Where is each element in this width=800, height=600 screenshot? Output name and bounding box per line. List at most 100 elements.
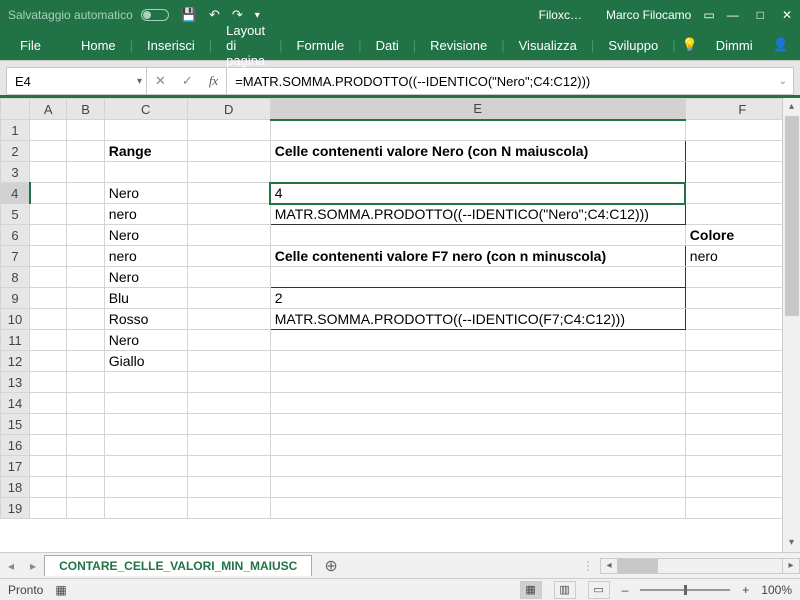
scroll-right-icon[interactable]: ▸ [783,560,799,571]
cell[interactable]: Range [104,141,187,162]
cell[interactable]: 2 [270,288,685,309]
cell[interactable]: Celle contenenti valore Nero (con N maiu… [270,141,685,162]
cell[interactable]: Nero [104,267,187,288]
col-header[interactable]: C [104,99,187,120]
cell[interactable]: MATR.SOMMA.PRODOTTO((--IDENTICO(F7;C4:C1… [270,309,685,330]
scroll-thumb[interactable] [785,116,799,316]
zoom-slider[interactable] [640,589,730,591]
row-header[interactable]: 3 [1,162,30,183]
tellme-input[interactable]: Dimmi [708,38,761,53]
tellme-bulb-icon: 💡 [682,37,698,53]
row-header[interactable]: 15 [1,414,30,435]
view-pagelayout-button[interactable]: ▥ [554,581,576,599]
horizontal-scrollbar[interactable]: ◂ ▸ [600,558,800,574]
tab-formule[interactable]: Formule [289,38,353,53]
view-normal-button[interactable]: ▦ [520,581,542,599]
sheet-tab-strip: ◂ ▸ CONTARE_CELLE_VALORI_MIN_MAIUSC ⊕ ⋮ … [0,552,800,578]
document-name: Filoxc… [539,8,582,22]
view-pagebreak-button[interactable]: ▭ [588,581,610,599]
cell[interactable]: Blu [104,288,187,309]
tab-nav-prev-icon[interactable]: ◂ [0,559,22,573]
zoom-out-button[interactable]: – [622,583,629,597]
row-header[interactable]: 5 [1,204,30,225]
row-header[interactable]: 16 [1,435,30,456]
row-header[interactable]: 2 [1,141,30,162]
tab-inserisci[interactable]: Inserisci [139,38,203,53]
status-ready: Pronto [8,583,43,597]
maximize-button[interactable]: □ [757,8,764,22]
qat-more-icon[interactable]: ▾ [255,10,260,21]
row-header[interactable]: 12 [1,351,30,372]
scroll-left-icon[interactable]: ◂ [601,560,617,571]
row-header[interactable]: 8 [1,267,30,288]
macro-record-icon[interactable]: ▦ [55,583,66,597]
spreadsheet-grid[interactable]: A B C D E F 1 2RangeCelle contenenti val… [0,98,800,552]
cell[interactable]: Celle contenenti valore F7 nero (con n m… [270,246,685,267]
tab-sviluppo[interactable]: Sviluppo [600,38,666,53]
col-header[interactable]: E [270,99,685,120]
cell[interactable]: Nero [104,330,187,351]
cell[interactable]: Rosso [104,309,187,330]
vertical-scrollbar[interactable]: ▴ ▾ [782,98,800,552]
titlebar: Salvataggio automatico 💾 ↶ ↷ ▾ Filoxc… M… [0,0,800,30]
autosave-label: Salvataggio automatico [8,8,133,22]
tab-layout[interactable]: Layout di pagina [218,23,273,68]
tab-visualizza[interactable]: Visualizza [511,38,585,53]
tab-revisione[interactable]: Revisione [422,38,495,53]
autosave-toggle[interactable] [141,9,169,21]
sheet-tab[interactable]: CONTARE_CELLE_VALORI_MIN_MAIUSC [44,555,312,576]
cell[interactable]: Nero [104,225,187,246]
redo-icon[interactable]: ↷ [232,7,243,23]
scroll-thumb[interactable] [618,559,658,573]
accept-formula-icon[interactable]: ✓ [174,73,201,89]
tab-file[interactable]: File [12,38,49,53]
undo-icon[interactable]: ↶ [209,7,220,23]
name-box[interactable]: E4 ▾ [7,68,147,94]
formula-expand-icon[interactable]: ⌄ [773,76,793,87]
row-header[interactable]: 19 [1,498,30,519]
fx-icon[interactable]: fx [201,73,226,89]
add-sheet-button[interactable]: ⊕ [312,556,349,576]
row-header[interactable]: 7 [1,246,30,267]
col-header[interactable]: B [67,99,104,120]
row-header[interactable]: 17 [1,456,30,477]
save-icon[interactable]: 💾 [181,7,197,23]
minimize-button[interactable]: — [727,8,739,22]
close-button[interactable]: ✕ [782,8,792,22]
ribbon-display-icon[interactable]: ▭ [703,8,714,22]
scroll-down-icon[interactable]: ▾ [783,534,800,552]
row-header[interactable]: 1 [1,120,30,141]
col-header[interactable]: A [30,99,67,120]
name-box-dropdown-icon[interactable]: ▾ [137,76,142,87]
tab-dati[interactable]: Dati [368,38,407,53]
quick-access-toolbar: 💾 ↶ ↷ ▾ [181,7,260,23]
ribbon-tabs: File Home| Inserisci| Layout di pagina| … [0,30,800,60]
cell[interactable]: Nero [104,183,187,204]
row-header[interactable]: 13 [1,372,30,393]
row-header[interactable]: 18 [1,477,30,498]
col-header[interactable]: D [187,99,270,120]
share-icon[interactable]: 👤 [773,37,789,53]
formula-input[interactable]: =MATR.SOMMA.PRODOTTO((--IDENTICO("Nero";… [227,68,772,94]
row-header[interactable]: 4 [1,183,30,204]
select-all-corner[interactable] [1,99,30,120]
cancel-formula-icon[interactable]: ✕ [147,73,174,89]
zoom-level[interactable]: 100% [761,583,792,597]
row-header[interactable]: 6 [1,225,30,246]
row-header[interactable]: 14 [1,393,30,414]
row-header[interactable]: 10 [1,309,30,330]
tab-home[interactable]: Home [73,38,124,53]
cell[interactable]: MATR.SOMMA.PRODOTTO((--IDENTICO("Nero";C… [270,204,685,225]
row-header[interactable]: 11 [1,330,30,351]
grip-icon[interactable]: ⋮ [582,559,594,573]
cell[interactable]: Giallo [104,351,187,372]
cell[interactable]: nero [104,204,187,225]
user-name: Marco Filocamo [606,8,691,22]
row-header[interactable]: 9 [1,288,30,309]
zoom-in-button[interactable]: + [742,583,749,597]
tab-nav-next-icon[interactable]: ▸ [22,559,44,573]
scroll-up-icon[interactable]: ▴ [783,98,800,116]
formula-bar: E4 ▾ ✕ ✓ fx =MATR.SOMMA.PRODOTTO((--IDEN… [6,67,794,95]
cell[interactable]: nero [104,246,187,267]
active-cell[interactable]: 4 [270,183,685,204]
